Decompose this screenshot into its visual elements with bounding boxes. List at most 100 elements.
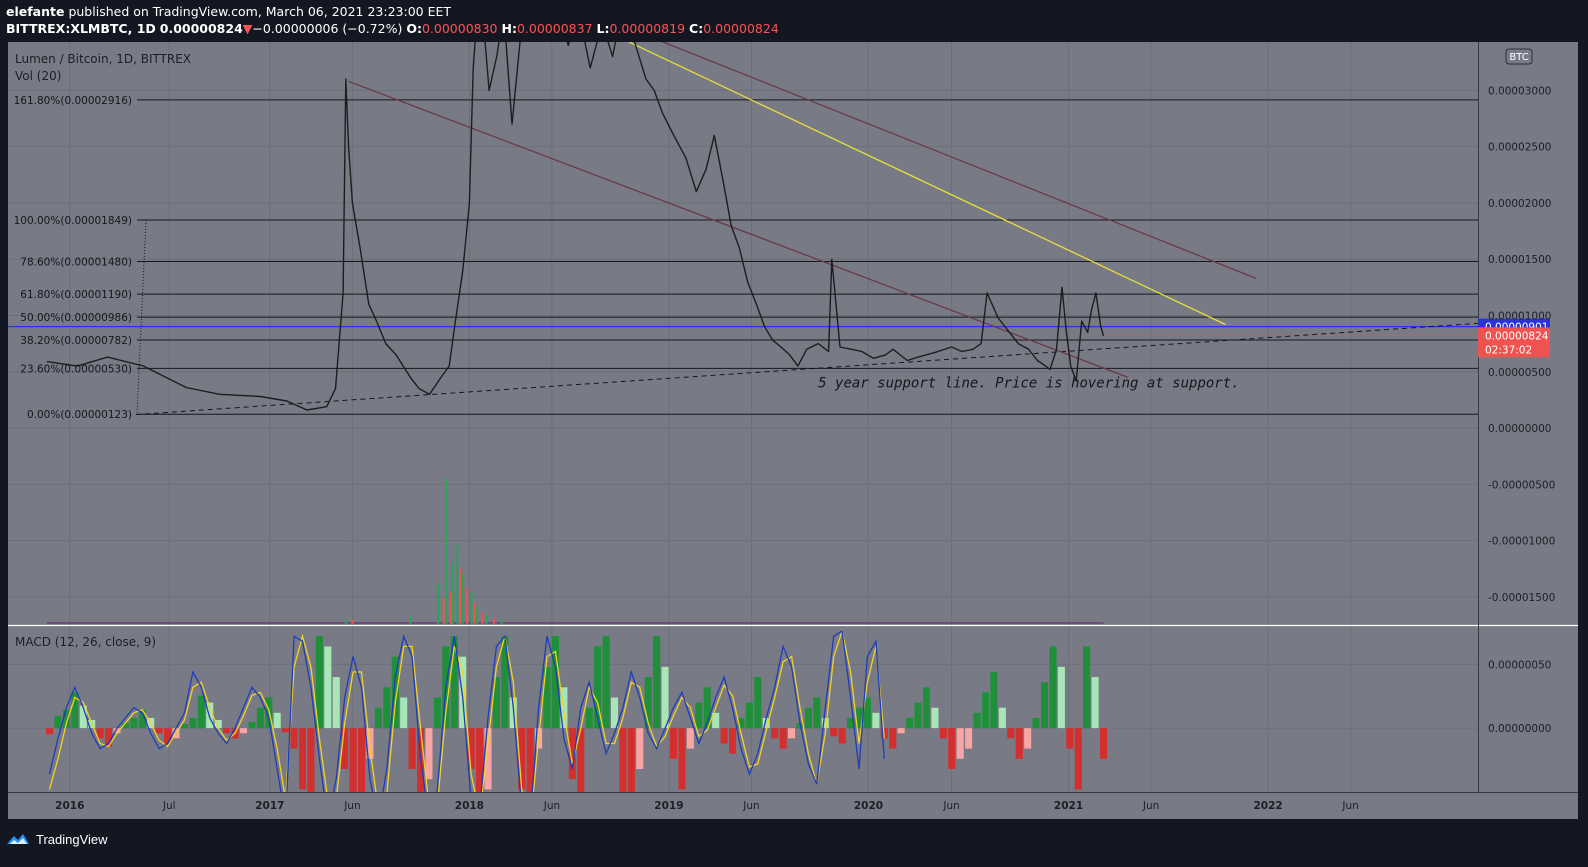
macd-histogram-bar [197, 695, 205, 729]
footer-brand-text[interactable]: TradingView [36, 832, 108, 847]
macd-histogram-bar [610, 697, 619, 729]
time-axis-label: Jun [1341, 800, 1358, 812]
macd-histogram-bar [788, 728, 796, 739]
macd-histogram-bar [273, 712, 281, 729]
macd-histogram-bar [804, 707, 812, 729]
time-axis-label: 2019 [654, 800, 683, 812]
macd-histogram-bar [332, 677, 340, 729]
time-axis-label: Jun [543, 800, 560, 812]
macd-axis-label: 0.00000000 [1488, 723, 1551, 735]
time-axis-label: Jun [942, 800, 959, 812]
macd-histogram-bar [46, 728, 54, 735]
volume-bar [492, 618, 495, 624]
macd-histogram-bar [948, 728, 956, 770]
macd-histogram-bar [282, 728, 290, 733]
time-axis-label: 2021 [1054, 800, 1083, 812]
time-axis-label: 2022 [1253, 800, 1282, 812]
fib-level-label: 23.60%(0.00000530) [20, 363, 132, 375]
macd-histogram-bar [779, 728, 787, 749]
fib-level-label: 161.80%(0.00002916) [14, 95, 132, 107]
macd-histogram-bar [636, 728, 644, 770]
macd-histogram-bar [1066, 728, 1074, 749]
macd-histogram-bar [998, 707, 1006, 729]
macd-histogram-bar [1007, 728, 1015, 739]
macd-histogram-bar [1057, 666, 1065, 729]
price-axis-label: 0.00000500 [1488, 367, 1551, 379]
published-text: published on TradingView.com, March 06, … [68, 4, 452, 19]
volume-bar [470, 592, 473, 624]
time-axis-label: Jun [343, 800, 360, 812]
time-axis-label: 2018 [455, 800, 484, 812]
macd-histogram-bar [1091, 677, 1099, 729]
macd-histogram-bar [1040, 682, 1049, 729]
macd-title: MACD (12, 26, close, 9) [15, 635, 156, 649]
fib-level-label: 0.00%(0.00000123) [27, 409, 132, 421]
macd-histogram-bar [400, 697, 408, 729]
support-annotation[interactable]: 5 year support line. Price is hovering a… [818, 376, 1239, 392]
fib-level-label: 61.80%(0.00001190) [20, 289, 132, 301]
footer-brand[interactable]: TradingView [6, 829, 108, 849]
volume-bar [473, 602, 476, 624]
macd-histogram-bar [189, 717, 197, 729]
tradingview-logo-icon[interactable] [6, 832, 30, 846]
countdown-label: 02:37:02 [1485, 344, 1532, 356]
macd-histogram-bar [914, 702, 922, 729]
macd-histogram-bar [872, 712, 880, 729]
price-pane-background[interactable] [8, 42, 1578, 625]
currency-badge[interactable]: BTC [1505, 48, 1533, 65]
fib-level-label: 78.60%(0.00001480) [20, 256, 132, 268]
price-axis-label: -0.00001000 [1488, 536, 1555, 548]
symbol-label: BITTREX:XLMBTC, 1D [6, 21, 156, 36]
open-label: O: [406, 21, 422, 36]
volume-bar [485, 615, 488, 624]
macd-histogram-bar [695, 702, 703, 729]
currency-badge-text[interactable]: BTC [1509, 52, 1528, 63]
macd-histogram-bar [349, 728, 357, 792]
macd-histogram-bar [897, 728, 905, 734]
price-axis-label: 0.00002000 [1488, 198, 1551, 210]
fib-level-label: 100.00%(0.00001849) [14, 215, 132, 227]
author-name[interactable]: elefante [6, 4, 64, 19]
macd-histogram-bar [965, 728, 973, 749]
high-value: 0.00000837 [516, 21, 593, 36]
macd-histogram-bar [939, 728, 947, 739]
current-price-label: 0.00000824 [1485, 330, 1549, 342]
volume-bar [437, 583, 440, 624]
fib-level-label: 38.20%(0.00000782) [20, 335, 132, 347]
price-axis-label: -0.00000500 [1488, 479, 1555, 491]
volume-bar [456, 544, 459, 624]
open-value: 0.00000830 [421, 21, 498, 36]
macd-histogram-bar [155, 728, 163, 734]
macd-histogram-bar [771, 728, 779, 739]
macd-histogram-bar [425, 728, 433, 780]
fib-level-label: 50.00%(0.00000986) [20, 312, 132, 324]
macd-histogram-bar [973, 712, 981, 729]
macd-histogram-bar [130, 717, 138, 729]
macd-histogram-bar [1032, 717, 1040, 729]
price-axis-label: 0.00001500 [1488, 254, 1551, 266]
macd-histogram-bar [956, 728, 964, 759]
macd-histogram-bar [906, 717, 914, 729]
macd-histogram-bar [54, 715, 62, 729]
macd-histogram-bar [661, 666, 669, 729]
macd-histogram-bar [931, 707, 939, 729]
volume-bar [442, 597, 445, 624]
last-price: 0.00000824 [159, 21, 243, 36]
macd-histogram-bar [838, 728, 846, 744]
volume-bar [344, 619, 347, 624]
macd-histogram-bar [830, 728, 838, 737]
macd-histogram-bar [686, 728, 694, 749]
price-axis-label: 0.00001000 [1488, 310, 1551, 322]
macd-histogram-bar [1083, 646, 1091, 729]
time-axis-label: 2016 [55, 800, 84, 812]
close-value: 0.00000824 [703, 21, 779, 36]
macd-histogram-bar [417, 728, 425, 792]
ohlc-line: BITTREX:XLMBTC, 1D 0.00000824▼−0.0000000… [6, 21, 779, 36]
macd-histogram-bar [728, 728, 737, 754]
macd-histogram-bar [290, 728, 298, 749]
macd-histogram-bar [678, 728, 686, 790]
chart-canvas[interactable]: 161.80%(0.00002916) 100.00%(0.00001849) 78… [0, 42, 1588, 819]
macd-histogram-bar [889, 728, 897, 749]
price-axis-label: 0.00000000 [1488, 423, 1551, 435]
price-axis-label: -0.00001500 [1488, 592, 1555, 604]
